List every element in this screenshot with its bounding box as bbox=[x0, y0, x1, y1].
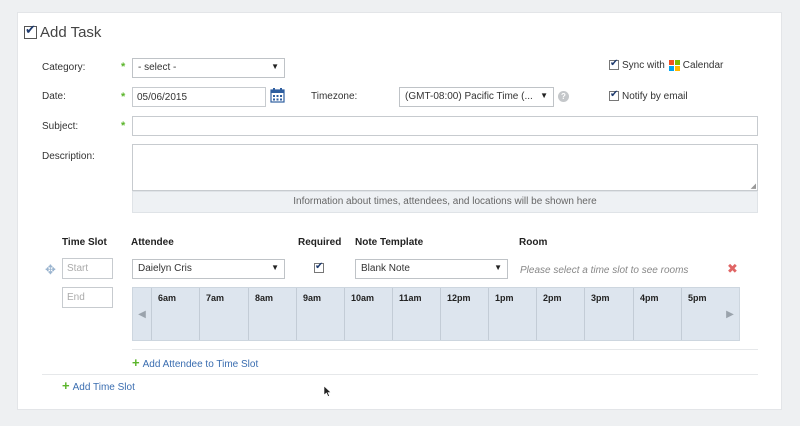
subject-label: Subject: bbox=[42, 121, 79, 132]
hour-label: 10am bbox=[344, 288, 374, 340]
attendee-select[interactable]: Daielyn Cris ▼ bbox=[132, 259, 285, 279]
hour-label: 1pm bbox=[488, 288, 514, 340]
add-attendee-link[interactable]: + Add Attendee to Time Slot bbox=[132, 355, 258, 370]
notify-email-label: Notify by email bbox=[622, 91, 688, 102]
divider bbox=[42, 374, 758, 375]
timeline-left-arrow-icon[interactable]: ◀ bbox=[133, 288, 151, 340]
note-template-select-value: Blank Note bbox=[361, 263, 410, 274]
remove-slot-icon[interactable]: ✖ bbox=[727, 262, 738, 277]
start-time-field[interactable]: Start bbox=[62, 258, 113, 279]
plus-icon: + bbox=[132, 355, 140, 370]
header-attendee: Attendee bbox=[131, 237, 174, 248]
divider bbox=[132, 349, 758, 350]
page-title: Add Task bbox=[24, 23, 101, 41]
plus-icon: + bbox=[62, 378, 70, 393]
chevron-down-icon: ▼ bbox=[494, 263, 502, 272]
chevron-down-icon: ▼ bbox=[271, 62, 279, 71]
required-checkbox[interactable] bbox=[314, 261, 324, 273]
attendee-select-value: Daielyn Cris bbox=[138, 263, 192, 274]
help-icon[interactable]: ? bbox=[558, 91, 569, 102]
hour-label: 3pm bbox=[584, 288, 610, 340]
sync-calendar-checkbox[interactable] bbox=[609, 58, 619, 70]
hour-label: 7am bbox=[199, 288, 224, 340]
header-note-template: Note Template bbox=[355, 237, 424, 248]
hour-label: 2pm bbox=[536, 288, 562, 340]
resize-handle-icon[interactable]: ◢ bbox=[751, 182, 756, 190]
hour-label: 5pm bbox=[681, 288, 721, 340]
calendar-icon[interactable] bbox=[270, 88, 285, 103]
hour-label: 6am bbox=[151, 288, 176, 340]
required-marker-subject: * bbox=[121, 120, 126, 132]
hour-label: 11am bbox=[392, 288, 422, 340]
required-marker-date: * bbox=[121, 91, 126, 103]
timezone-label: Timezone: bbox=[311, 91, 358, 102]
drag-handle-icon[interactable]: ✥ bbox=[45, 263, 56, 278]
description-textarea[interactable]: ◢ bbox=[132, 144, 758, 191]
chevron-down-icon: ▼ bbox=[540, 91, 548, 100]
hour-label: 12pm bbox=[440, 288, 471, 340]
mouse-cursor-icon bbox=[323, 385, 332, 400]
info-bar: Information about times, attendees, and … bbox=[132, 191, 758, 213]
category-label: Category: bbox=[42, 62, 86, 73]
date-label: Date: bbox=[42, 91, 66, 102]
note-template-select[interactable]: Blank Note ▼ bbox=[355, 259, 508, 279]
title-checkbox-icon bbox=[24, 23, 37, 39]
date-field[interactable]: 05/06/2015 bbox=[132, 87, 266, 107]
required-marker-category: * bbox=[121, 61, 126, 73]
end-time-field[interactable]: End bbox=[62, 287, 113, 308]
timeline[interactable]: ◀ 6am 7am 8am 9am 10am 11am 12pm 1pm 2pm… bbox=[132, 287, 740, 341]
timezone-select-value: (GMT-08:00) Pacific Time (... bbox=[405, 91, 533, 102]
timeline-right-arrow-icon[interactable]: ▶ bbox=[721, 288, 739, 340]
hour-label: 8am bbox=[248, 288, 273, 340]
subject-field[interactable] bbox=[132, 116, 758, 136]
sync-with-text: Sync with bbox=[622, 60, 665, 71]
calendar-text: Calendar bbox=[682, 60, 724, 71]
hour-label: 9am bbox=[296, 288, 321, 340]
notify-email-checkbox[interactable] bbox=[609, 89, 619, 101]
category-select-value: - select - bbox=[138, 62, 177, 73]
timezone-select[interactable]: (GMT-08:00) Pacific Time (... ▼ bbox=[399, 87, 554, 107]
sync-calendar-label: Sync with Calendar bbox=[622, 60, 723, 71]
header-time-slot: Time Slot bbox=[62, 237, 107, 248]
header-required: Required bbox=[298, 237, 342, 248]
chevron-down-icon: ▼ bbox=[271, 263, 279, 272]
description-label: Description: bbox=[42, 151, 95, 162]
header-room: Room bbox=[519, 237, 548, 248]
room-hint: Please select a time slot to see rooms bbox=[520, 265, 689, 276]
microsoft-icon bbox=[668, 60, 680, 71]
hour-label: 4pm bbox=[633, 288, 659, 340]
add-time-slot-link[interactable]: + Add Time Slot bbox=[62, 378, 135, 393]
category-select[interactable]: - select - ▼ bbox=[132, 58, 285, 78]
